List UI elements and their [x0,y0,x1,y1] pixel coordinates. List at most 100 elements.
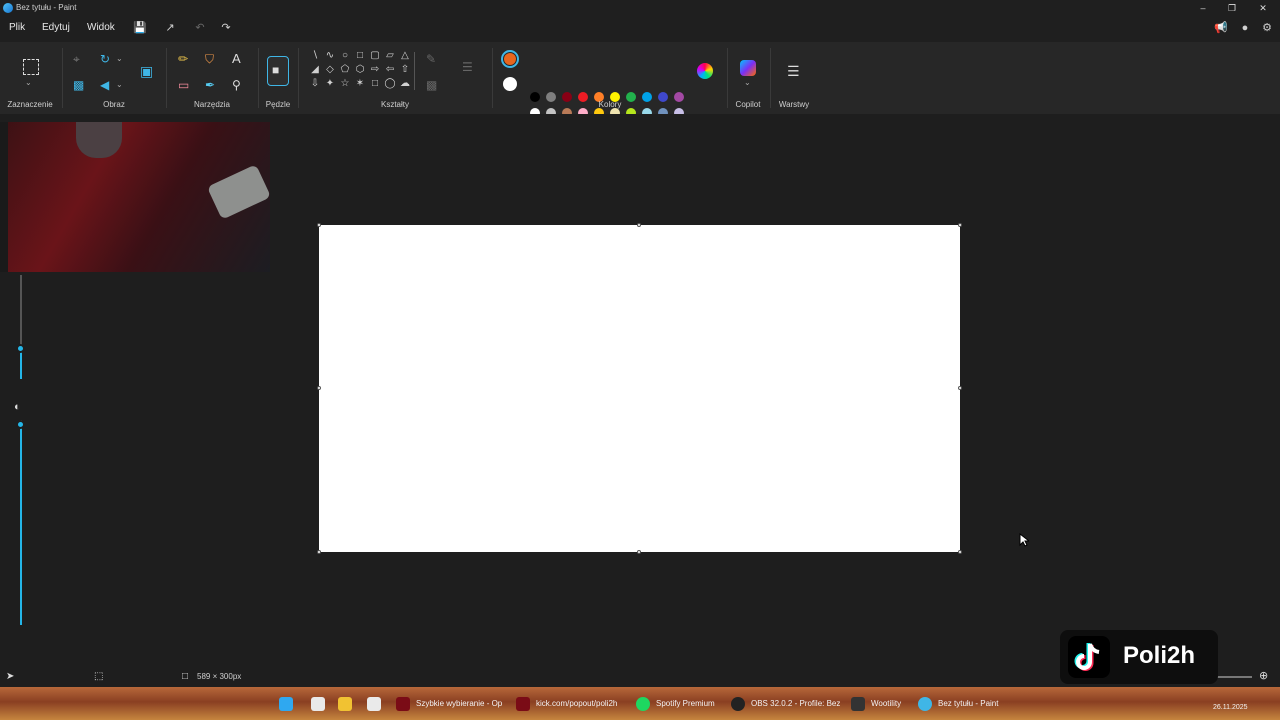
polygon-shape-icon[interactable]: ▱ [384,50,396,62]
resize-handle[interactable] [958,386,962,390]
curve-shape-icon[interactable]: ∿ [324,50,336,62]
eraser-icon[interactable]: ▭ [178,78,189,92]
feedback-icon[interactable]: 📢 [1214,21,1228,35]
taskbar-app[interactable] [311,695,331,713]
selection-icon[interactable] [23,59,39,75]
divider [414,52,415,90]
rectangle-shape-icon[interactable]: □ [354,50,366,62]
obs-icon [731,696,745,711]
opacity-knob[interactable] [16,420,25,429]
size-icon[interactable]: ☰ [462,60,473,74]
resize-handle[interactable] [317,386,321,390]
settings-icon[interactable]: ⚙ [1260,21,1274,35]
fill-shape-icon[interactable]: ▩ [426,78,437,92]
oval-shape-icon[interactable]: ○ [339,50,351,62]
taskbar-app[interactable] [367,695,387,713]
menu-edit[interactable]: Edytuj [42,22,70,33]
palette-swatch[interactable] [546,92,556,102]
fill-icon[interactable]: ⛉ [205,52,214,66]
chevron-down-icon[interactable]: ⌄ [116,52,123,66]
menu-file[interactable]: Plik [9,22,25,33]
start-button[interactable] [279,695,299,713]
save-icon[interactable]: 💾 [133,21,147,35]
minimize-icon[interactable]: – [1196,1,1210,15]
palette-swatch[interactable] [530,92,540,102]
brush-size-knob[interactable] [16,344,25,353]
callout-cloud-shape-icon[interactable]: ☁ [399,78,411,90]
taskbar-app[interactable] [338,695,358,713]
group-label-tools: Narzędzia [193,100,230,109]
layers-icon[interactable]: ☰ [787,64,800,78]
tiktok-overlay: Poli2h [1060,630,1218,684]
group-label-copilot: Copilot [735,100,761,109]
callout-rect-shape-icon[interactable]: □ [369,78,381,90]
taskbar-app[interactable]: OBS 32.0.2 - Profile: Bez [731,695,840,713]
color-picker-icon[interactable]: ✒ [205,78,215,92]
tiktok-logo-icon [1068,636,1110,678]
edit-colors-icon[interactable] [697,63,713,79]
resize-handle[interactable] [637,223,641,227]
chevron-down-icon[interactable]: ⌄ [744,76,751,90]
rounded-rectangle-shape-icon[interactable]: ▢ [369,50,381,62]
undo-icon[interactable]: ↶ [193,21,207,35]
text-icon[interactable]: A [232,52,241,66]
divider [492,48,493,108]
close-icon[interactable]: ✕ [1256,1,1270,15]
down-arrow-shape-icon[interactable]: ⇩ [309,78,321,90]
chevron-down-icon[interactable]: ⌄ [116,78,123,92]
outline-icon[interactable]: ✎ [426,52,436,66]
resize-handle[interactable] [958,223,962,227]
palette-swatch[interactable] [674,92,684,102]
palette-swatch[interactable] [642,92,652,102]
clock[interactable]: 26.11.2025 [1213,699,1248,717]
taskbar-app[interactable]: Wootility [851,695,901,713]
magnifier-icon[interactable]: ⚲ [232,78,241,92]
triangle-shape-icon[interactable]: △ [399,50,411,62]
palette-swatch[interactable] [562,92,572,102]
image-remove-bg-icon[interactable]: ▣ [140,64,153,78]
pentagon-shape-icon[interactable]: ⬠ [339,64,351,76]
four-point-star-shape-icon[interactable]: ✦ [324,78,336,90]
line-shape-icon[interactable]: ∖ [309,50,321,62]
palette-swatch[interactable] [658,92,668,102]
group-label-colors: Kolory [598,100,622,109]
resize-handle[interactable] [958,550,962,554]
taskbar-app[interactable]: kick.com/popout/poli2h [516,695,617,713]
up-arrow-shape-icon[interactable]: ⇧ [399,64,411,76]
pencil-icon[interactable]: ✏ [178,52,188,66]
secondary-color-swatch[interactable] [503,77,517,91]
resize-handle[interactable] [317,550,321,554]
taskbar-app[interactable]: Szybkie wybieranie - Op [396,695,502,713]
drawing-canvas[interactable] [319,225,960,552]
taskbar-app-label: Spotify Premium [656,699,715,708]
taskbar-app[interactable]: Spotify Premium [636,695,715,713]
six-point-star-shape-icon[interactable]: ✶ [354,78,366,90]
divider [166,48,167,108]
right-arrow-shape-icon[interactable]: ⇨ [369,64,381,76]
diamond-shape-icon[interactable]: ◇ [324,64,336,76]
divider [770,48,771,108]
flip-icon[interactable]: ◀ [100,78,109,92]
callout-oval-shape-icon[interactable]: ◯ [384,78,396,90]
crop-icon[interactable]: ⌖ [73,52,80,66]
resize-icon[interactable]: ▩ [73,78,84,92]
title-bar: Bez tytułu - Paint – ❐ ✕ [0,0,1280,16]
hexagon-shape-icon[interactable]: ⬡ [354,64,366,76]
chevron-down-icon[interactable]: ⌄ [25,76,32,90]
restore-icon[interactable]: ❐ [1225,1,1239,15]
brush-button[interactable]: ■ [267,56,289,86]
account-icon[interactable]: ● [1238,21,1252,35]
taskbar-app-active[interactable]: Bez tytułu - Paint [918,695,998,713]
redo-icon[interactable]: ↷ [219,21,233,35]
right-triangle-shape-icon[interactable]: ◢ [309,64,321,76]
share-icon[interactable]: ↗ [163,21,177,35]
resize-handle[interactable] [637,550,641,554]
left-arrow-shape-icon[interactable]: ⇦ [384,64,396,76]
rotate-icon[interactable]: ↻ [100,52,110,66]
zoom-in-icon[interactable]: ⊕ [1259,669,1268,683]
copilot-icon[interactable] [740,60,756,76]
five-point-star-shape-icon[interactable]: ☆ [339,78,351,90]
resize-handle[interactable] [317,223,321,227]
menu-view[interactable]: Widok [87,22,115,33]
primary-color-button[interactable] [501,50,519,68]
